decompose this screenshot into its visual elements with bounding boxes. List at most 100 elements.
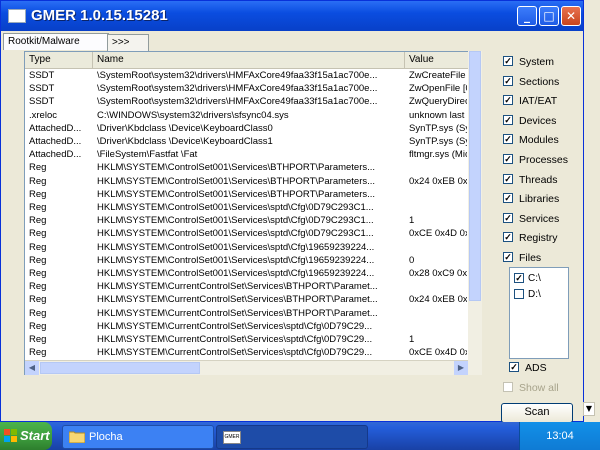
table-row[interactable]: Reg HKLM\SYSTEM\CurrentControlSet\Service… <box>25 280 480 293</box>
checkbox-icon <box>503 382 513 392</box>
table-row[interactable]: SSDT \SystemRoot\system32\drivers\HMFAxCo… <box>25 69 480 82</box>
vertical-scrollbar[interactable] <box>468 51 482 375</box>
table-row[interactable]: Reg HKLM\SYSTEM\ControlSet001\Services\sp… <box>25 201 480 214</box>
column-label: Value <box>409 54 434 65</box>
table-row[interactable]: Reg HKLM\SYSTEM\CurrentControlSet\Service… <box>25 333 480 346</box>
clock[interactable]: 13:04 <box>520 422 600 450</box>
results-list[interactable]: Type Name Value SSDT \SystemRoot\system32… <box>24 51 481 375</box>
option-threads-checkbox[interactable]: ✓ Threads <box>503 173 583 187</box>
option-files-checkbox[interactable]: ✓ Files <box>503 251 583 265</box>
minimize-button[interactable]: _ <box>517 6 537 26</box>
option-modules-checkbox[interactable]: ✓ Modules <box>503 133 583 147</box>
vertical-scroll-thumb[interactable] <box>469 51 481 301</box>
table-row[interactable]: Reg HKLM\SYSTEM\ControlSet001\Services\sp… <box>25 267 480 280</box>
checkbox-label: Modules <box>519 134 559 147</box>
cell-type: Reg <box>29 241 47 253</box>
table-row[interactable]: AttachedD... \Driver\Kbdclass \Device\Key… <box>25 122 480 135</box>
table-row[interactable]: Reg HKLM\SYSTEM\ControlSet001\Services\BT… <box>25 188 480 201</box>
close-button[interactable]: ✕ <box>561 6 581 26</box>
table-row[interactable]: AttachedD... \FileSystem\Fastfat \Fat fltm… <box>25 148 480 161</box>
checkbox-icon: ✓ <box>503 75 513 86</box>
table-row[interactable]: Reg HKLM\SYSTEM\ControlSet001\Services\BT… <box>25 175 480 188</box>
option-sections-checkbox[interactable]: ✓ Sections <box>503 75 583 89</box>
cell-type: SSDT <box>29 83 55 95</box>
cell-type: AttachedD... <box>29 149 82 161</box>
table-row[interactable]: SSDT \SystemRoot\system32\drivers\HMFAxCo… <box>25 82 480 95</box>
option-services-checkbox[interactable]: ✓ Services <box>503 212 583 226</box>
option-libraries-checkbox[interactable]: ✓ Libraries <box>503 192 583 206</box>
cell-name: HKLM\SYSTEM\CurrentControlSet\Services\B… <box>97 294 378 306</box>
cell-name: \SystemRoot\system32\drivers\HMFAxCore49… <box>97 70 378 81</box>
column-header-name[interactable]: Name <box>93 52 405 68</box>
horizontal-scrollbar[interactable]: ◀ ▶ <box>25 360 468 375</box>
scroll-right-icon[interactable]: ▶ <box>454 361 468 375</box>
scroll-down-icon[interactable]: ▼ <box>583 402 595 416</box>
cell-value: 1 <box>409 215 415 227</box>
taskbar-item-gmer[interactable]: GMER <box>216 425 368 449</box>
cell-type: SSDT <box>29 70 55 81</box>
drive-d-checkbox[interactable]: D:\ <box>514 288 564 301</box>
table-row[interactable]: Reg HKLM\SYSTEM\ControlSet001\Services\sp… <box>25 254 480 267</box>
tab-more[interactable]: >>> <box>107 34 149 51</box>
scroll-left-icon[interactable]: ◀ <box>25 361 39 375</box>
cell-type: Reg <box>29 254 47 266</box>
checkbox-icon: ✓ <box>503 212 513 223</box>
scan-button[interactable]: Scan <box>501 403 573 423</box>
cell-name: C:\WINDOWS\system32\drivers\sfsync04.sys <box>97 109 289 121</box>
cell-value: 0 <box>409 254 415 266</box>
option-iat-eat-checkbox[interactable]: ✓ IAT/EAT <box>503 94 583 108</box>
table-row[interactable]: Reg HKLM\SYSTEM\ControlSet001\Services\sp… <box>25 214 480 227</box>
minimize-icon: _ <box>524 9 530 23</box>
checkbox-label: System <box>519 56 555 68</box>
checkbox-icon: ✓ <box>503 114 513 125</box>
title-bar[interactable]: GMER 1.0.15.15281 _ □ ✕ <box>1 1 583 31</box>
cell-type: Reg <box>29 162 47 174</box>
table-row[interactable]: Reg HKLM\SYSTEM\ControlSet001\Services\BT… <box>25 161 480 174</box>
table-row[interactable]: Reg HKLM\SYSTEM\CurrentControlSet\Service… <box>25 307 480 320</box>
cell-value: ZwOpenFile [0x <box>409 83 467 95</box>
table-row[interactable]: SSDT \SystemRoot\system32\drivers\HMFAxCo… <box>25 95 480 108</box>
checkbox-icon <box>514 289 524 299</box>
table-row[interactable]: Reg HKLM\SYSTEM\ControlSet001\Services\sp… <box>25 241 480 254</box>
gmer-taskbar-icon: GMER <box>223 431 241 444</box>
checkbox-label: IAT/EAT <box>519 95 558 108</box>
table-row[interactable]: Reg HKLM\SYSTEM\CurrentControlSet\Service… <box>25 293 480 306</box>
checkbox-label: Sections <box>519 75 560 88</box>
folder-icon <box>69 431 85 443</box>
cell-type: Reg <box>29 334 47 345</box>
ads-checkbox[interactable]: ✓ ADS <box>509 361 589 375</box>
horizontal-scroll-thumb[interactable] <box>40 362 200 374</box>
drive-c-checkbox[interactable]: ✓ C:\ <box>514 272 564 285</box>
column-label: Type <box>29 54 51 65</box>
start-button[interactable]: Start <box>0 422 52 450</box>
checkbox-icon: ✓ <box>503 154 513 164</box>
cell-name: \SystemRoot\system32\drivers\HMFAxCore49… <box>97 96 378 108</box>
cell-type: SSDT <box>29 96 55 108</box>
cell-value: 0x24 0xEB 0x82 <box>409 294 467 306</box>
option-registry-checkbox[interactable]: ✓ Registry <box>503 231 583 245</box>
cell-type: Reg <box>29 202 47 213</box>
option-processes-checkbox[interactable]: ✓ Processes <box>503 153 583 167</box>
checkbox-icon: ✓ <box>503 56 513 66</box>
option-system-checkbox[interactable]: ✓ System <box>503 55 583 69</box>
drives-list[interactable]: ✓ C:\ D:\ <box>509 267 569 359</box>
show-all-checkbox[interactable]: Show all <box>503 381 583 395</box>
table-row[interactable]: Reg HKLM\SYSTEM\CurrentControlSet\Service… <box>25 320 480 333</box>
maximize-button[interactable]: □ <box>539 6 559 26</box>
cell-name: HKLM\SYSTEM\ControlSet001\Services\BTHPO… <box>97 188 376 200</box>
cell-name: \Driver\Kbdclass \Device\KeyboardClass1 <box>97 136 273 147</box>
taskbar-item-plocha[interactable]: Plocha <box>62 425 214 449</box>
table-row[interactable]: AttachedD... \Driver\Kbdclass \Device\Key… <box>25 135 480 148</box>
column-header-type[interactable]: Type <box>25 52 93 68</box>
checkbox-icon: ✓ <box>503 173 513 184</box>
background-scrollbar[interactable]: ▼ <box>582 0 596 420</box>
checkbox-label: Processes <box>519 154 569 166</box>
table-row[interactable]: .xreloc C:\WINDOWS\system32\drivers\sfsyn… <box>25 109 480 122</box>
cell-name: HKLM\SYSTEM\ControlSet001\Services\sptd\… <box>97 241 375 253</box>
option-devices-checkbox[interactable]: ✓ Devices <box>503 114 583 128</box>
table-row[interactable]: Reg HKLM\SYSTEM\ControlSet001\Services\sp… <box>25 227 480 240</box>
close-icon: ✕ <box>565 9 577 23</box>
table-row[interactable]: Reg HKLM\SYSTEM\CurrentControlSet\Service… <box>25 346 480 359</box>
cell-type: Reg <box>29 215 47 227</box>
tab-rootkit-malware[interactable]: Rootkit/Malware <box>3 33 109 50</box>
